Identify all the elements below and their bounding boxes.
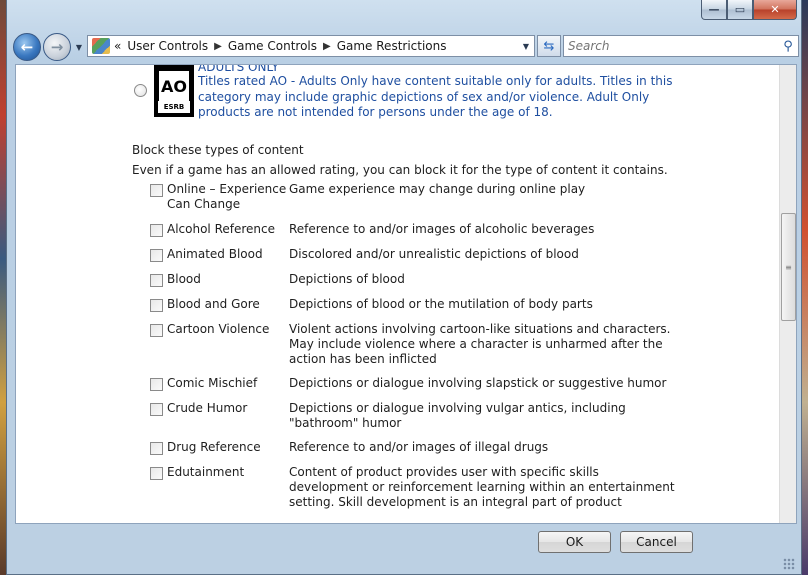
drug-reference-checkbox[interactable] — [150, 442, 163, 455]
descriptor-label: Online – Experience Can Change — [167, 182, 287, 211]
descriptor-label: Animated Blood — [167, 247, 263, 261]
block-content-title: Block these types of content — [132, 143, 304, 157]
descriptor-label: Drug Reference — [167, 440, 261, 454]
descriptor-description: Content of product provides user with sp… — [289, 465, 675, 509]
ao-badge-letters: AO — [159, 71, 189, 101]
list-item: Blood and Gore Depictions of blood or th… — [150, 297, 770, 322]
back-button[interactable]: ← — [13, 33, 41, 61]
resize-grip-icon[interactable] — [783, 558, 795, 570]
breadcrumb-game-controls[interactable]: Game Controls — [228, 39, 317, 53]
rating-ao-heading: ADULTS ONLY — [198, 64, 279, 74]
descriptor-description: Depictions or dialogue involving vulgar … — [289, 401, 626, 430]
vertical-scrollbar[interactable]: ≡ — [779, 65, 796, 523]
back-arrow-icon: ← — [20, 38, 34, 56]
esrb-badge-footer: ESRB — [158, 101, 190, 113]
breadcrumb-overflow[interactable]: « — [114, 39, 121, 53]
address-dropdown-icon[interactable]: ▼ — [518, 42, 534, 51]
descriptor-description: Depictions of blood or the mutilation of… — [289, 297, 593, 311]
online-experience-checkbox[interactable] — [150, 184, 163, 197]
forward-arrow-icon: → — [50, 38, 64, 56]
descriptor-label: Blood — [167, 272, 201, 286]
descriptor-label: Comic Mischief — [167, 376, 258, 390]
ok-button[interactable]: OK — [538, 531, 611, 553]
esrb-ao-badge-icon: AO ESRB — [154, 65, 194, 117]
list-item: Edutainment Content of product provides … — [150, 465, 770, 515]
content-descriptor-list: Online – Experience Can Change Game expe… — [150, 182, 770, 515]
block-content-subtitle: Even if a game has an allowed rating, yo… — [132, 163, 668, 177]
descriptor-description: Discolored and/or unrealistic depictions… — [289, 247, 579, 261]
window-caption-buttons: — ▭ ✕ — [701, 0, 797, 22]
breadcrumb-separator-icon[interactable]: ▶ — [214, 41, 222, 52]
list-item: Comic Mischief Depictions or dialogue in… — [150, 376, 770, 401]
descriptor-description: Depictions or dialogue involving slapsti… — [289, 376, 667, 390]
breadcrumb-user-controls[interactable]: User Controls — [127, 39, 208, 53]
list-item: Alcohol Reference Reference to and/or im… — [150, 222, 770, 247]
refresh-icon: ⇆ — [543, 38, 555, 54]
descriptor-label: Edutainment — [167, 465, 245, 479]
refresh-button[interactable]: ⇆ — [537, 35, 561, 57]
breadcrumb-game-restrictions[interactable]: Game Restrictions — [337, 39, 447, 53]
address-bar[interactable]: « User Controls ▶ Game Controls ▶ Game R… — [87, 35, 535, 57]
descriptor-description: Reference to and/or images of alcoholic … — [289, 222, 595, 236]
list-item: Online – Experience Can Change Game expe… — [150, 182, 770, 222]
search-icon[interactable]: ⚲ — [778, 39, 798, 54]
list-item: Crude Humor Depictions or dialogue invol… — [150, 401, 770, 440]
list-item: Blood Depictions of blood — [150, 272, 770, 297]
content-pane: AO ESRB ADULTS ONLY Titles rated AO - Ad… — [15, 64, 797, 524]
list-item: Cartoon Violence Violent actions involvi… — [150, 322, 770, 376]
minimize-button[interactable]: — — [701, 0, 727, 20]
descriptor-description: Reference to and/or images of illegal dr… — [289, 440, 549, 454]
descriptor-description: Depictions of blood — [289, 272, 405, 286]
alcohol-reference-checkbox[interactable] — [150, 224, 163, 237]
descriptor-label: Blood and Gore — [167, 297, 260, 311]
game-restrictions-window: — ▭ ✕ ← → ▼ « User Controls ▶ Game Contr… — [6, 0, 802, 575]
animated-blood-checkbox[interactable] — [150, 249, 163, 262]
descriptor-description: Game experience may change during online… — [289, 182, 586, 196]
descriptor-label: Cartoon Violence — [167, 322, 270, 336]
breadcrumb-separator-icon[interactable]: ▶ — [323, 41, 331, 52]
descriptor-label: Crude Humor — [167, 401, 248, 415]
list-item: Animated Blood Discolored and/or unreali… — [150, 247, 770, 272]
maximize-button[interactable]: ▭ — [727, 0, 753, 20]
recent-pages-dropdown[interactable]: ▼ — [73, 43, 85, 52]
edutainment-checkbox[interactable] — [150, 467, 163, 480]
forward-button[interactable]: → — [43, 33, 71, 61]
control-panel-icon — [92, 38, 110, 54]
blood-checkbox[interactable] — [150, 274, 163, 287]
blood-and-gore-checkbox[interactable] — [150, 299, 163, 312]
scrollbar-thumb[interactable]: ≡ — [781, 213, 796, 321]
comic-mischief-checkbox[interactable] — [150, 378, 163, 391]
search-box: ⚲ — [563, 35, 799, 57]
close-button[interactable]: ✕ — [753, 0, 797, 20]
descriptor-description: Violent actions involving cartoon-like s… — [289, 322, 671, 366]
rating-ao-radio[interactable] — [134, 84, 147, 97]
search-input[interactable] — [568, 37, 778, 55]
cancel-button[interactable]: Cancel — [620, 531, 693, 553]
list-item: Drug Reference Reference to and/or image… — [150, 440, 770, 465]
navigation-bar: ← → ▼ « User Controls ▶ Game Controls ▶ … — [11, 30, 799, 64]
rating-ao-description: Titles rated AO - Adults Only have conte… — [198, 74, 673, 119]
cartoon-violence-checkbox[interactable] — [150, 324, 163, 337]
descriptor-label: Alcohol Reference — [167, 222, 276, 236]
crude-humor-checkbox[interactable] — [150, 403, 163, 416]
